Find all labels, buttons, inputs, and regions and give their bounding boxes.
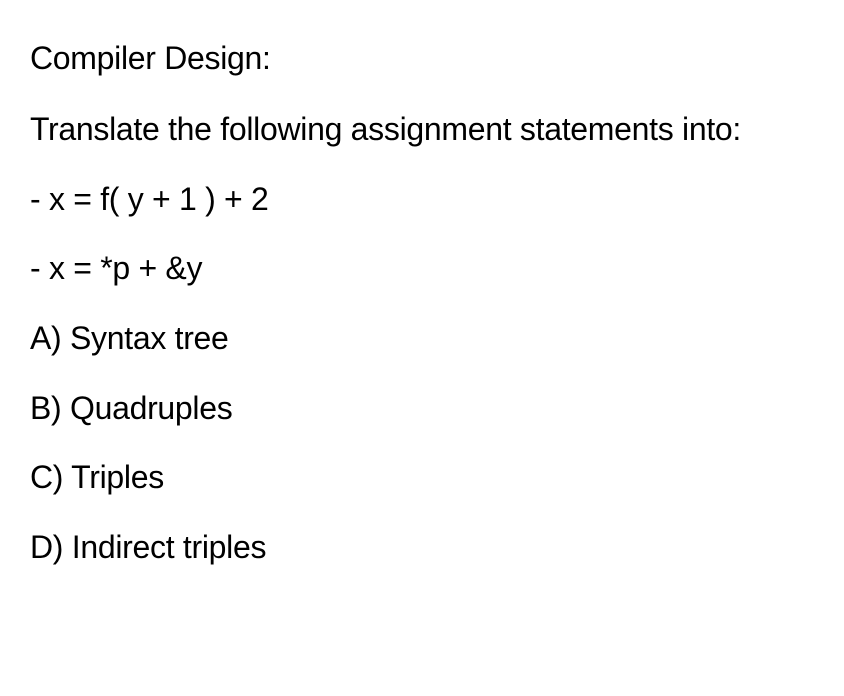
option-d: D) Indirect triples xyxy=(30,527,814,569)
instruction-text: Translate the following assignment state… xyxy=(30,108,814,151)
option-a: A) Syntax tree xyxy=(30,318,814,360)
statement-2: - x = *p + &y xyxy=(30,248,814,290)
option-b: B) Quadruples xyxy=(30,388,814,430)
option-c: C) Triples xyxy=(30,457,814,499)
document-title: Compiler Design: xyxy=(30,38,814,80)
statement-1: - x = f( y + 1 ) + 2 xyxy=(30,179,814,221)
